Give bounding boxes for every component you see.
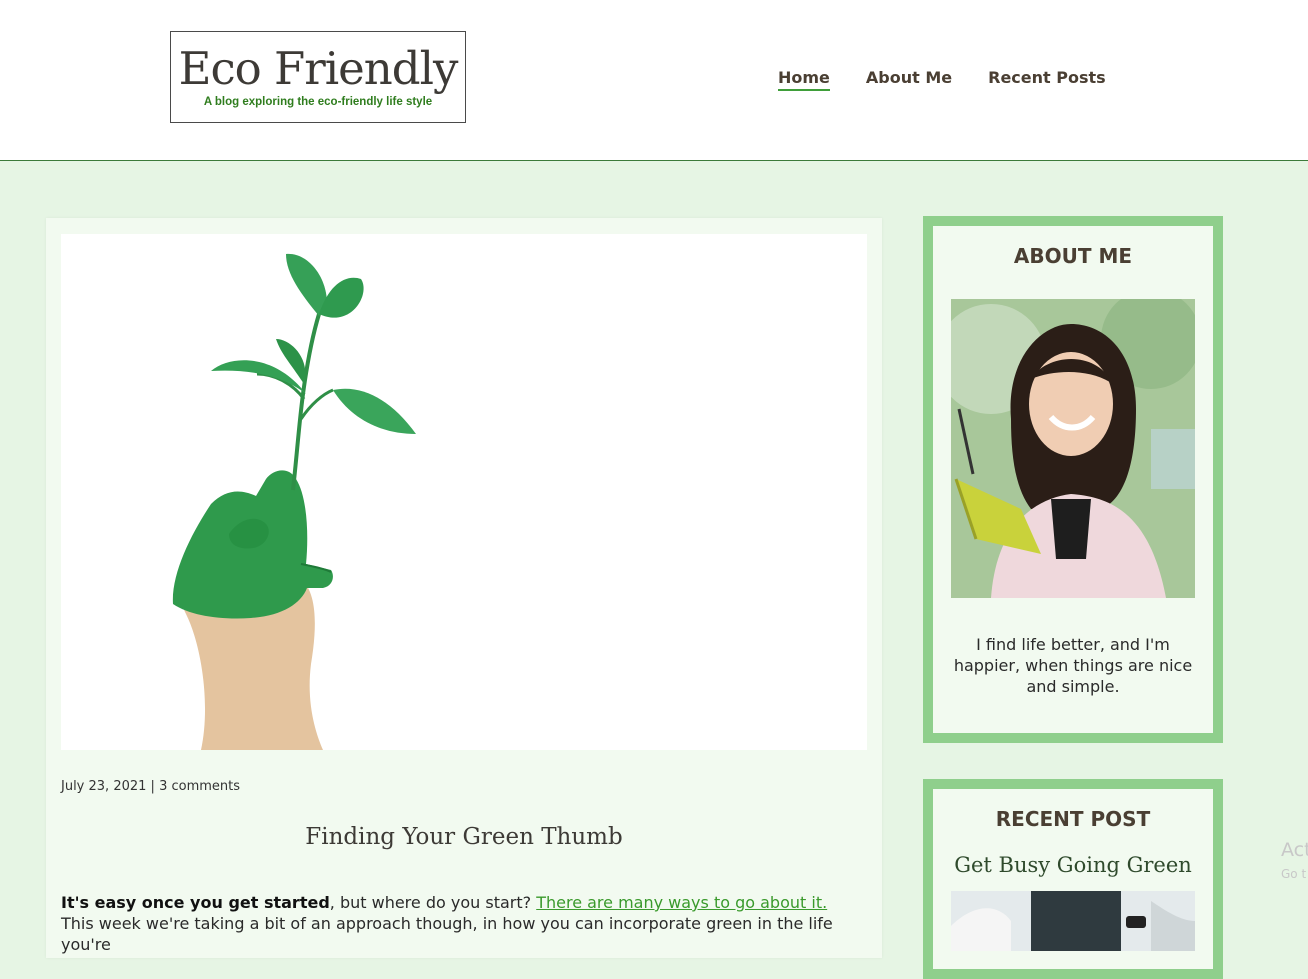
- post-excerpt: It's easy once you get started, but wher…: [61, 892, 851, 955]
- post-comments-link[interactable]: 3 comments: [159, 779, 240, 794]
- post-excerpt-text: , but where do you start?: [329, 893, 537, 912]
- about-me-heading: ABOUT ME: [1013, 244, 1133, 268]
- site-tagline: A blog exploring the eco-friendly life s…: [203, 96, 433, 108]
- about-me-text: I find life better, and I'm happier, whe…: [953, 635, 1193, 696]
- recent-post-heading: RECENT POST: [995, 807, 1151, 831]
- site-title: Eco Friendly: [178, 42, 459, 95]
- watermark-line-1: Act: [1281, 839, 1308, 861]
- nav-home[interactable]: Home: [778, 68, 830, 91]
- main-nav: Home About Me Recent Posts: [778, 68, 1142, 91]
- site-logo[interactable]: Eco Friendly A blog exploring the eco-fr…: [170, 31, 466, 123]
- author-photo: [951, 299, 1195, 598]
- post-excerpt-text-2: This week we're taking a bit of an appro…: [61, 914, 833, 954]
- post-title[interactable]: Finding Your Green Thumb: [46, 824, 882, 850]
- post-meta: July 23, 2021 | 3 comments: [61, 779, 240, 794]
- about-me-widget: ABOUT ME I find life better, and I'm hap…: [923, 216, 1223, 743]
- post-date: July 23, 2021: [61, 779, 147, 794]
- author-portrait-illustration: [951, 299, 1195, 598]
- site-header: Eco Friendly A blog exploring the eco-fr…: [0, 0, 1308, 161]
- recent-post-image-illustration: [951, 891, 1195, 951]
- activation-watermark: Act Go t: [1281, 838, 1308, 886]
- recent-post-widget: RECENT POST Get Busy Going Green: [923, 779, 1223, 979]
- hand-with-sprout-illustration: [172, 253, 416, 750]
- nav-about-me[interactable]: About Me: [866, 68, 952, 91]
- post-card: July 23, 2021 | 3 comments Finding Your …: [46, 218, 882, 958]
- nav-recent-posts[interactable]: Recent Posts: [988, 68, 1106, 91]
- post-excerpt-strong: It's easy once you get started: [61, 893, 330, 912]
- recent-post-image[interactable]: [951, 891, 1195, 951]
- recent-post-title[interactable]: Get Busy Going Green: [933, 853, 1213, 877]
- watermark-line-2: Go t: [1281, 867, 1307, 881]
- post-featured-image[interactable]: [61, 234, 867, 750]
- meta-separator: |: [146, 779, 160, 794]
- post-excerpt-link[interactable]: There are many ways to go about it.: [536, 893, 827, 912]
